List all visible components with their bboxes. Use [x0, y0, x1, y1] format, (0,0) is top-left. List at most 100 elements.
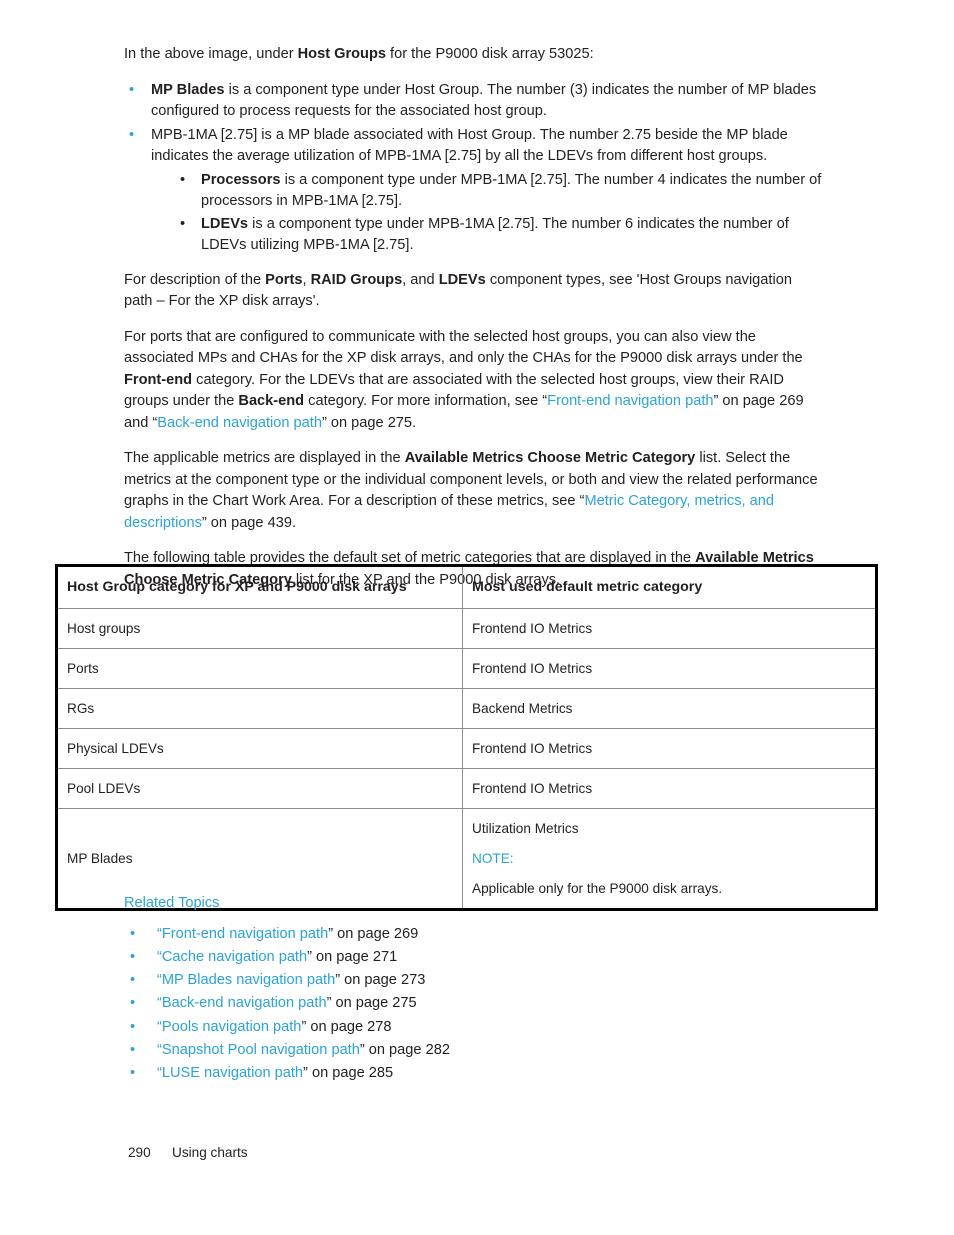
text-fragment: For ports that are configured to communi…	[124, 328, 803, 367]
intro-bold-host-groups: Host Groups	[297, 46, 386, 62]
metrics-table-wrapper: Host Group category for XP and P9000 dis…	[55, 564, 878, 911]
link-mp-blades-navigation-path[interactable]: MP Blades navigation path	[162, 972, 335, 988]
page-reference: ” on page 271	[307, 948, 398, 965]
component-types-paragraph: For description of the Ports, RAID Group…	[124, 270, 824, 313]
list-item: • “LUSE navigation path” on page 285	[124, 1062, 824, 1085]
cell-metric: Frontend IO Metrics	[462, 648, 877, 689]
bullet-bold-label: Processors	[201, 171, 281, 188]
text-fragment: , and	[402, 271, 439, 288]
table-row: Pool LDEVs Frontend IO Metrics	[56, 768, 877, 809]
text-fragment: ” on page 275.	[321, 414, 417, 431]
bullet-text: is a component type under MPB-1MA [2.75]…	[201, 171, 822, 210]
list-item: • MPB-1MA [2.75] is a MP blade associated…	[124, 125, 824, 257]
bullet-text: is a component type under MPB-1MA [2.75]…	[201, 215, 789, 254]
list-item: • “Pools navigation path” on page 278	[124, 1016, 824, 1039]
bullet-icon: •	[130, 1041, 136, 1058]
bullet-icon: •	[180, 215, 186, 232]
link-snapshot-pool-navigation-path[interactable]: Snapshot Pool navigation path	[162, 1042, 360, 1058]
metrics-table: Host Group category for XP and P9000 dis…	[55, 564, 878, 911]
document-page: In the above image, under Host Groups fo…	[0, 0, 954, 1235]
bold-front-end: Front-end	[124, 371, 193, 388]
table-row: Host groups Frontend IO Metrics	[56, 608, 877, 649]
page-reference: ” on page 269	[328, 925, 419, 942]
cell-metric: Frontend IO Metrics	[462, 768, 877, 809]
bold-raid-groups: RAID Groups	[310, 271, 403, 288]
table-body: Host groups Frontend IO Metrics Ports Fr…	[56, 608, 877, 910]
bullet-icon: •	[130, 925, 136, 942]
bullet-icon: •	[130, 972, 136, 989]
secondary-bullet-list: • Processors is a component type under MP…	[174, 170, 824, 257]
table-header-row: Host Group category for XP and P9000 dis…	[56, 565, 877, 609]
bullet-icon: •	[130, 995, 136, 1012]
bullet-icon: •	[129, 81, 135, 98]
list-item: • MP Blades is a component type under Hos…	[124, 80, 824, 123]
table-row: Physical LDEVs Frontend IO Metrics	[56, 728, 877, 769]
bullet-icon: •	[130, 1018, 136, 1035]
list-item: • “Cache navigation path” on page 271	[124, 946, 824, 969]
intro-text-prefix: In the above image, under	[124, 46, 298, 62]
link-front-end-navigation-path[interactable]: Front-end navigation path	[162, 926, 328, 942]
cell-category: Physical LDEVs	[56, 728, 463, 769]
text-fragment: ,	[302, 271, 311, 288]
text-fragment: category. For more information, see “	[304, 393, 548, 409]
table-header: Host Group category for XP and P9000 dis…	[56, 565, 877, 609]
link-front-end-navigation-path[interactable]: Front-end navigation path	[547, 393, 713, 409]
bullet-text: MPB-1MA [2.75] is a MP blade associated …	[151, 126, 788, 165]
related-topics-section: Related Topics • “Front-end navigation pa…	[124, 893, 824, 1086]
text-fragment: ” on page 439.	[201, 514, 297, 531]
list-item: • “Front-end navigation path” on page 269	[124, 923, 824, 946]
bullet-icon: •	[129, 126, 135, 143]
page-reference: ” on page 275	[326, 995, 417, 1012]
bullet-icon: •	[130, 1065, 136, 1082]
list-item: • “MP Blades navigation path” on page 273	[124, 969, 824, 992]
table-row: Ports Frontend IO Metrics	[56, 648, 877, 689]
text-fragment: For description of the	[124, 271, 266, 288]
column-header-metric: Most used default metric category	[462, 565, 877, 609]
link-luse-navigation-path[interactable]: LUSE navigation path	[162, 1065, 303, 1081]
related-topics-list: • “Front-end navigation path” on page 269…	[124, 923, 824, 1086]
bullet-icon: •	[130, 948, 136, 965]
cell-category: RGs	[56, 688, 463, 729]
cell-category: Ports	[56, 648, 463, 689]
page-reference: ” on page 273	[335, 972, 426, 989]
link-pools-navigation-path[interactable]: Pools navigation path	[162, 1019, 302, 1035]
bullet-icon: •	[180, 171, 186, 188]
list-item: • LDEVs is a component type under MPB-1MA…	[174, 214, 824, 257]
cell-metric: Backend Metrics	[462, 688, 877, 729]
cell-metric-text: Utilization Metrics	[472, 821, 579, 836]
note-label: NOTE:	[472, 851, 514, 866]
cell-metric: Frontend IO Metrics	[462, 608, 877, 649]
intro-paragraph: In the above image, under Host Groups fo…	[124, 44, 824, 66]
bold-available-metrics: Available Metrics Choose Metric Category	[404, 450, 696, 466]
page-reference: ” on page 282	[359, 1041, 450, 1058]
cell-metric: Frontend IO Metrics	[462, 728, 877, 769]
chapter-title: Using charts	[172, 1145, 248, 1160]
page-footer: 290 Using charts	[128, 1144, 248, 1162]
cell-category: Host groups	[56, 608, 463, 649]
page-reference: ” on page 278	[301, 1018, 392, 1035]
bullet-bold-label: LDEVs	[201, 215, 249, 232]
text-fragment: The applicable metrics are displayed in …	[124, 450, 405, 466]
primary-bullet-list: • MP Blades is a component type under Hos…	[124, 80, 824, 257]
table-row: RGs Backend Metrics	[56, 688, 877, 729]
list-item: • “Back-end navigation path” on page 275	[124, 992, 824, 1015]
page-number: 290	[128, 1145, 151, 1160]
related-topics-title: Related Topics	[124, 895, 220, 911]
column-header-category: Host Group category for XP and P9000 dis…	[56, 565, 463, 609]
bold-ports: Ports	[265, 271, 303, 288]
nested-bullet-wrapper: • Processors is a component type under MP…	[174, 170, 824, 257]
bold-ldevs: LDEVs	[438, 271, 486, 288]
link-back-end-navigation-path[interactable]: Back-end navigation path	[162, 995, 327, 1011]
list-item: • “Snapshot Pool navigation path” on page…	[124, 1039, 824, 1062]
metrics-paragraph: The applicable metrics are displayed in …	[124, 448, 824, 534]
cell-category: Pool LDEVs	[56, 768, 463, 809]
page-reference: ” on page 285	[303, 1065, 394, 1082]
link-cache-navigation-path[interactable]: Cache navigation path	[162, 949, 307, 965]
bullet-bold-label: MP Blades	[151, 81, 225, 98]
list-item: • Processors is a component type under MP…	[174, 170, 824, 213]
intro-text-suffix: for the P9000 disk array 53025:	[386, 46, 594, 62]
bullet-text: is a component type under Host Group. Th…	[151, 81, 817, 120]
bold-back-end: Back-end	[238, 393, 305, 409]
link-back-end-navigation-path[interactable]: Back-end navigation path	[157, 415, 322, 431]
page-body: In the above image, under Host Groups fo…	[124, 44, 824, 605]
